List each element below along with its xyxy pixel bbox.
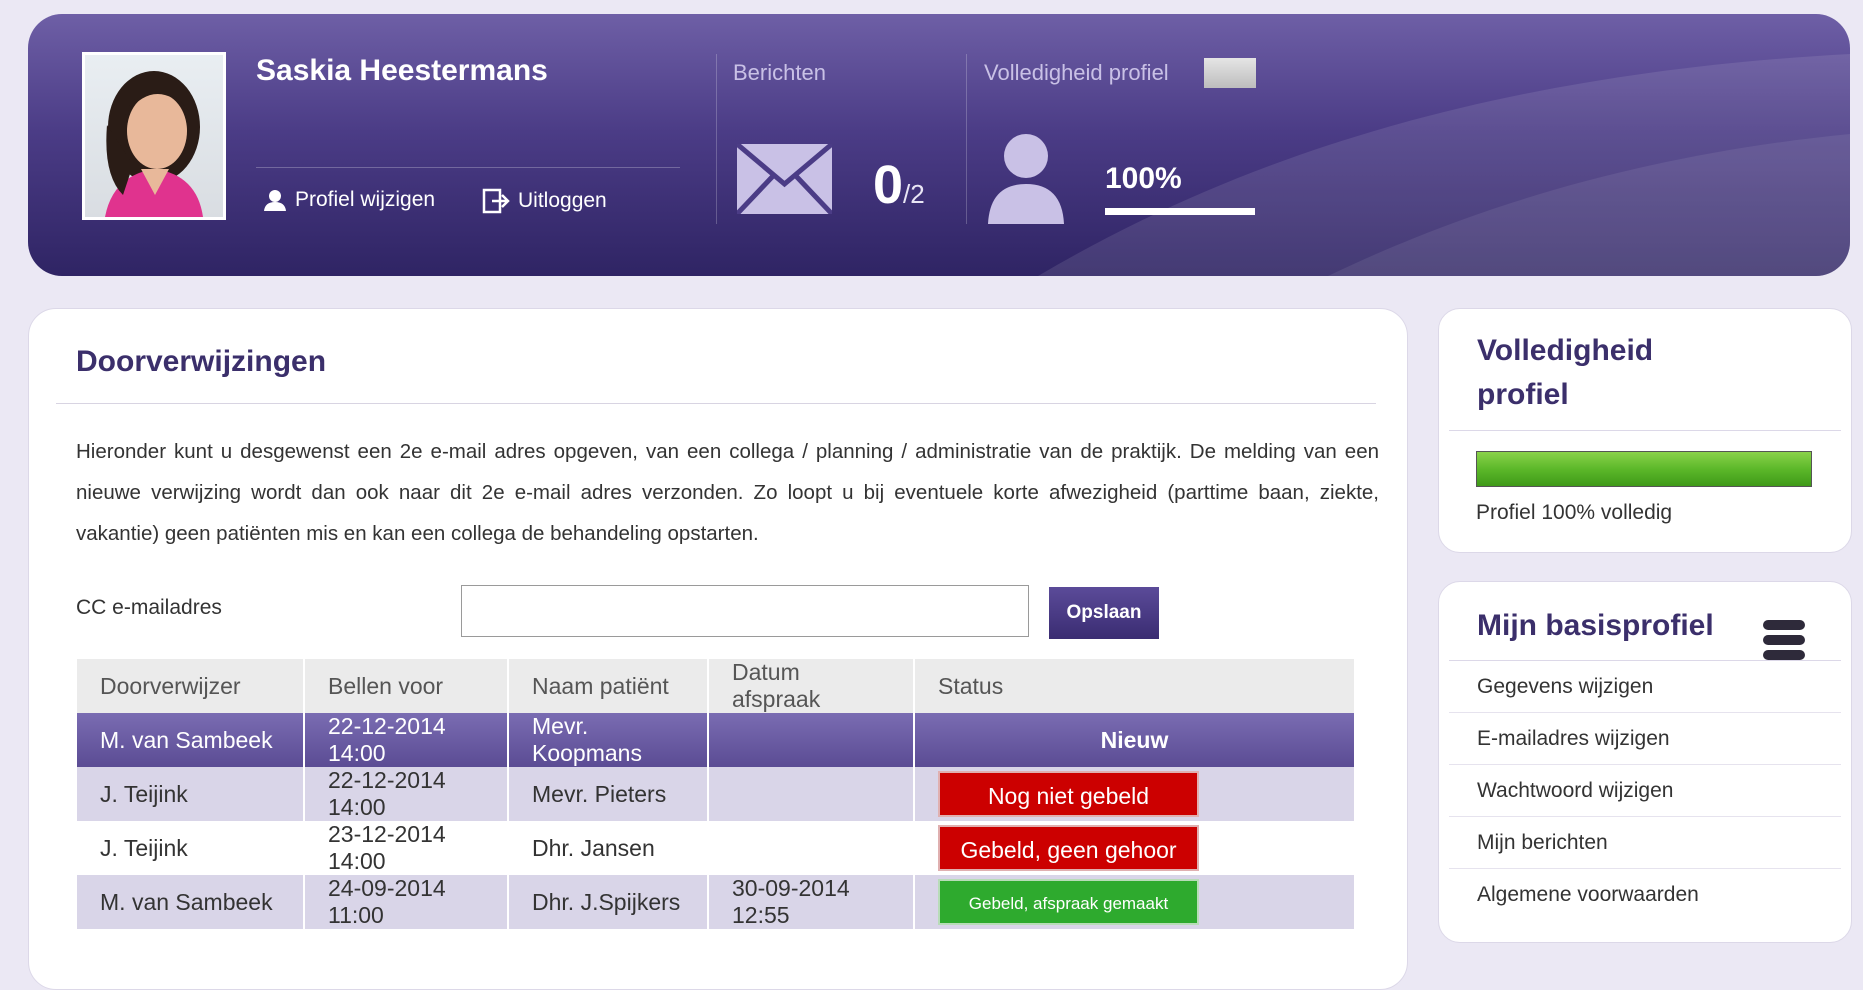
column-header-status[interactable]: Status bbox=[914, 659, 1356, 713]
cell-call-before: 22-12-2014 14:00 bbox=[304, 767, 509, 821]
avatar-photo bbox=[85, 55, 223, 217]
save-button[interactable]: Opslaan bbox=[1049, 587, 1159, 639]
avatar bbox=[82, 52, 226, 220]
cell-referrer: J. Teijink bbox=[77, 821, 305, 875]
cell-call-before: 23-12-2014 14:00 bbox=[304, 821, 509, 875]
completeness-label: Volledigheid profiel bbox=[984, 60, 1169, 85]
card-divider bbox=[1449, 430, 1841, 431]
menu-item-my-messages[interactable]: Mijn berichten bbox=[1477, 831, 1833, 855]
cell-appointment bbox=[708, 767, 915, 821]
status-cell: Nog niet gebeld bbox=[914, 767, 1356, 821]
person-icon bbox=[988, 134, 1064, 224]
status-badge[interactable]: Nog niet gebeld bbox=[938, 771, 1199, 817]
menu-divider bbox=[1449, 712, 1841, 713]
logout-label: Uitloggen bbox=[518, 189, 607, 212]
card-divider bbox=[1449, 660, 1841, 661]
edit-profile-link[interactable]: Profiel wijzigen bbox=[263, 188, 435, 212]
menu-item-change-password[interactable]: Wachtwoord wijzigen bbox=[1477, 779, 1833, 803]
user-name: Saskia Heestermans bbox=[256, 54, 548, 87]
cell-patient: Mevr. Pieters bbox=[508, 767, 709, 821]
logout-link[interactable]: Uitloggen bbox=[482, 188, 607, 214]
completeness-progress-text: Profiel 100% volledig bbox=[1476, 501, 1673, 524]
completeness-bar bbox=[1105, 208, 1255, 215]
cell-patient: Dhr. J.Spijkers bbox=[508, 875, 709, 929]
cell-patient: Mevr. Koopmans bbox=[508, 713, 709, 767]
menu-divider bbox=[1449, 868, 1841, 869]
basic-profile-card: Mijn basisprofiel Gegevens wijzigen E-ma… bbox=[1438, 581, 1852, 943]
edit-profile-label: Profiel wijzigen bbox=[295, 188, 436, 211]
cc-email-input[interactable] bbox=[461, 585, 1029, 637]
user-divider bbox=[256, 167, 680, 168]
column-header-referrer[interactable]: Doorverwijzer bbox=[77, 659, 305, 713]
menu-item-change-email[interactable]: E-mailadres wijzigen bbox=[1477, 727, 1833, 751]
profile-header: Saskia Heestermans Profiel wijzigen Uitl… bbox=[28, 14, 1850, 276]
header-separator bbox=[966, 54, 967, 224]
cell-appointment: 30-09-2014 12:55 bbox=[708, 875, 915, 929]
envelope-icon[interactable] bbox=[737, 144, 832, 214]
completeness-progress-bar bbox=[1476, 451, 1812, 487]
table-row[interactable]: J. Teijink 23-12-2014 14:00 Dhr. Jansen … bbox=[77, 821, 1356, 875]
cell-patient: Dhr. Jansen bbox=[508, 821, 709, 875]
messages-count-value: 0 bbox=[873, 155, 904, 215]
completeness-indicator bbox=[1204, 58, 1256, 88]
user-icon bbox=[264, 190, 286, 211]
cell-call-before: 24-09-2014 11:00 bbox=[304, 875, 509, 929]
menu-divider bbox=[1449, 816, 1841, 817]
cell-appointment bbox=[708, 821, 915, 875]
messages-count[interactable]: 0/2 bbox=[873, 158, 925, 212]
title-divider bbox=[56, 403, 1376, 404]
column-header-patient[interactable]: Naam patiënt bbox=[508, 659, 709, 713]
cc-email-label: CC e-mailadres bbox=[76, 596, 222, 619]
status-cell: Gebeld, afspraak gemaakt bbox=[914, 875, 1356, 929]
status-badge: Nieuw bbox=[914, 713, 1356, 767]
profile-completeness-card: Volledigheid profiel Profiel 100% volled… bbox=[1438, 308, 1852, 553]
referrals-panel: Doorverwijzingen Hieronder kunt u desgew… bbox=[28, 308, 1408, 990]
header-separator bbox=[716, 54, 717, 224]
status-badge[interactable]: Gebeld, geen gehoor bbox=[938, 825, 1199, 871]
page-title: Doorverwijzingen bbox=[76, 345, 327, 378]
cell-appointment bbox=[708, 713, 915, 767]
messages-label: Berichten bbox=[733, 60, 826, 85]
menu-divider bbox=[1449, 764, 1841, 765]
completeness-bar-fill bbox=[1105, 208, 1255, 215]
completeness-percent: 100% bbox=[1105, 162, 1182, 195]
intro-text: Hieronder kunt u desgewenst een 2e e-mai… bbox=[76, 440, 1379, 545]
table-header-row: Doorverwijzer Bellen voor Naam patiënt D… bbox=[77, 659, 1356, 713]
cell-referrer: M. van Sambeek bbox=[77, 875, 305, 929]
messages-count-total: /2 bbox=[903, 179, 925, 209]
status-badge[interactable]: Gebeld, afspraak gemaakt bbox=[938, 879, 1199, 925]
logout-icon bbox=[482, 188, 510, 214]
table-row[interactable]: J. Teijink 22-12-2014 14:00 Mevr. Pieter… bbox=[77, 767, 1356, 821]
table-row[interactable]: M. van Sambeek 24-09-2014 11:00 Dhr. J.S… bbox=[77, 875, 1356, 929]
referrals-table: Doorverwijzer Bellen voor Naam patiënt D… bbox=[77, 659, 1356, 929]
basic-profile-title: Mijn basisprofiel bbox=[1477, 609, 1714, 642]
cell-call-before: 22-12-2014 14:00 bbox=[304, 713, 509, 767]
cell-referrer: J. Teijink bbox=[77, 767, 305, 821]
menu-item-edit-details[interactable]: Gegevens wijzigen bbox=[1477, 675, 1833, 699]
status-cell: Gebeld, geen gehoor bbox=[914, 821, 1356, 875]
completeness-card-title: Volledigheid profiel bbox=[1477, 334, 1654, 411]
stack-menu-icon[interactable] bbox=[1763, 620, 1805, 664]
menu-item-terms[interactable]: Algemene voorwaarden bbox=[1477, 883, 1833, 907]
column-header-appointment[interactable]: Datum afspraak bbox=[708, 659, 915, 713]
table-row[interactable]: M. van Sambeek 22-12-2014 14:00 Mevr. Ko… bbox=[77, 713, 1356, 767]
cell-referrer: M. van Sambeek bbox=[77, 713, 305, 767]
column-header-call-before[interactable]: Bellen voor bbox=[304, 659, 509, 713]
completeness-progress-fill bbox=[1477, 452, 1811, 486]
